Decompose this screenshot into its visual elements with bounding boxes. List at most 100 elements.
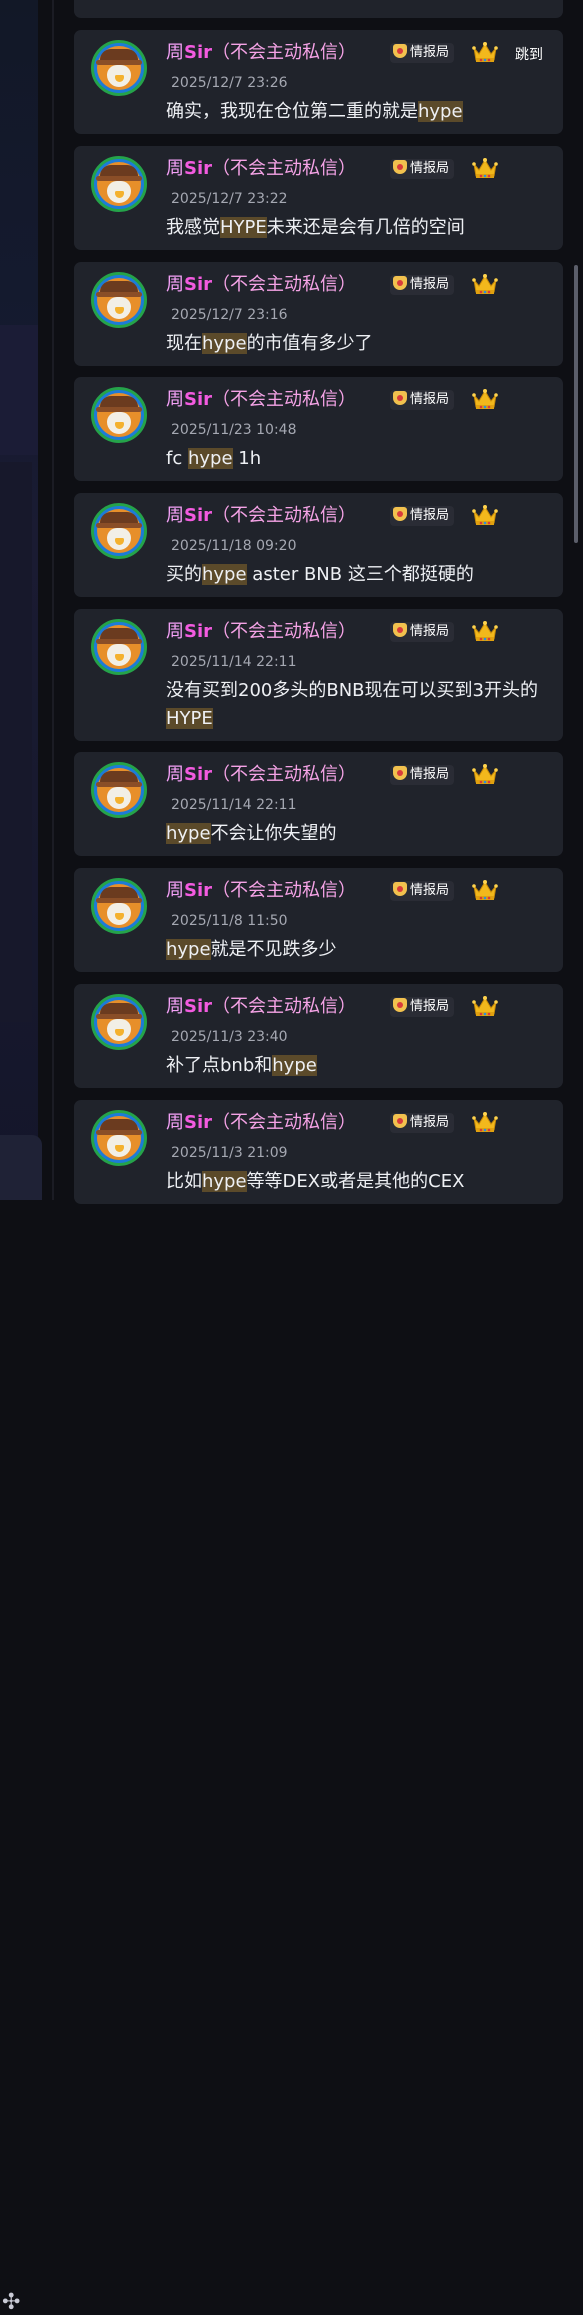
author-name[interactable]: 周Sir（不会主动私信） xyxy=(166,617,356,643)
keyword-highlight: hype xyxy=(202,1171,247,1192)
eagle-cowboy-avatar-icon[interactable] xyxy=(91,40,147,96)
eagle-cowboy-avatar-icon[interactable] xyxy=(91,994,147,1050)
message-card[interactable]: 周Sir（不会主动私信） 情报局 2025/11/18 09:20 买的hype… xyxy=(74,493,563,597)
sidebar-panel-upper xyxy=(0,325,38,455)
keyword-highlight: HYPE xyxy=(220,217,267,238)
eagle-cowboy-avatar-icon[interactable] xyxy=(91,503,147,559)
keyword-highlight: hype xyxy=(202,564,247,585)
message-text-segment: 现在 xyxy=(166,333,202,354)
eagle-cowboy-avatar-icon[interactable] xyxy=(91,387,147,443)
role-badge: 情报局 xyxy=(390,1113,455,1133)
eagle-cowboy-avatar-icon[interactable] xyxy=(91,878,147,934)
keyword-highlight: hype xyxy=(418,101,463,122)
eagle-cowboy-avatar-icon[interactable] xyxy=(91,619,147,675)
crown-icon xyxy=(472,158,498,178)
message-card[interactable]: 周Sir（不会主动私信） 情报局 2025/11/23 10:48 fc hyp… xyxy=(74,377,563,481)
role-badge: 情报局 xyxy=(390,159,455,179)
message-timestamp: 2025/12/7 23:22 xyxy=(171,191,288,207)
crown-icon xyxy=(472,764,498,784)
crown-icon xyxy=(472,389,498,409)
author-name[interactable]: 周Sir（不会主动私信） xyxy=(166,38,356,64)
keyword-highlight: hype xyxy=(272,1055,317,1076)
pane-divider xyxy=(52,0,54,1200)
message-text-segment: 买的 xyxy=(166,564,202,585)
message-card[interactable]: 周Sir（不会主动私信） 情报局 2025/12/7 23:26 确实，我现在仓… xyxy=(74,30,563,134)
message-text-segment: 未来还是会有几倍的空间 xyxy=(266,217,465,238)
keyword-highlight: hype xyxy=(166,939,211,960)
message-text: hype不会让你失望的 xyxy=(166,820,546,848)
message-text: 没有买到200多头的BNB现在可以买到3开头的 HYPE xyxy=(166,677,546,733)
message-card[interactable]: 周Sir（不会主动私信） 情报局 2025/11/3 21:09 比如hype等… xyxy=(74,1100,563,1204)
message-card[interactable]: 周Sir（不会主动私信） 情报局 2025/11/14 22:11 hype不会… xyxy=(74,752,563,856)
shield-badge-icon xyxy=(393,998,407,1012)
message-card[interactable]: 周Sir（不会主动私信） 情报局 2025/11/14 22:11 没有买到20… xyxy=(74,609,563,741)
crown-icon xyxy=(472,274,498,294)
message-timestamp: 2025/11/23 10:48 xyxy=(171,422,297,438)
message-text: 补了点bnb和hype xyxy=(166,1052,546,1080)
sidebar-apps-button[interactable]: ✣ xyxy=(0,1135,42,2314)
author-name[interactable]: 周Sir（不会主动私信） xyxy=(166,501,356,527)
shield-badge-icon xyxy=(393,160,407,174)
message-timestamp: 2025/12/7 23:16 xyxy=(171,307,288,323)
message-text-segment: fc xyxy=(166,448,188,469)
role-badge: 情报局 xyxy=(390,881,455,901)
message-text: hype就是不见跌多少 xyxy=(166,936,546,964)
crown-icon xyxy=(472,996,498,1016)
role-badge: 情报局 xyxy=(390,997,455,1017)
apps-grid-icon: ✣ xyxy=(2,2290,21,2315)
eagle-cowboy-avatar-icon[interactable] xyxy=(91,272,147,328)
message-text-segment: 我感觉 xyxy=(166,217,220,238)
crown-icon xyxy=(472,1112,498,1132)
keyword-highlight: hype xyxy=(187,448,233,469)
message-card-partial[interactable]: fc hype 1h xyxy=(74,0,563,18)
message-text-segment: 比如 xyxy=(166,1171,202,1192)
shield-badge-icon xyxy=(393,1114,407,1128)
shield-badge-icon xyxy=(393,623,407,637)
eagle-cowboy-avatar-icon[interactable] xyxy=(91,1110,147,1166)
message-text-segment: 补了点bnb和 xyxy=(166,1055,273,1076)
left-sidebar: ✣ xyxy=(0,0,42,2314)
eagle-cowboy-avatar-icon[interactable] xyxy=(91,762,147,818)
message-card[interactable]: 周Sir（不会主动私信） 情报局 2025/12/7 23:22 我感觉HYPE… xyxy=(74,146,563,250)
message-timestamp: 2025/11/18 09:20 xyxy=(171,538,297,554)
message-text: fc hype 1h xyxy=(166,0,546,4)
message-text-segment: 不会让你失望的 xyxy=(210,823,337,844)
role-badge: 情报局 xyxy=(390,622,455,642)
author-name[interactable]: 周Sir（不会主动私信） xyxy=(166,385,356,411)
role-badge: 情报局 xyxy=(390,275,455,295)
crown-icon xyxy=(472,621,498,641)
message-text-segment: 的市值有多少了 xyxy=(246,333,373,354)
message-text: fc hype 1h xyxy=(166,445,546,473)
author-name[interactable]: 周Sir（不会主动私信） xyxy=(166,154,356,180)
message-card[interactable]: 周Sir（不会主动私信） 情报局 2025/11/8 11:50 hype就是不… xyxy=(74,868,563,972)
keyword-highlight: hype xyxy=(166,823,211,844)
message-text-segment: 1h xyxy=(232,448,262,469)
message-timestamp: 2025/12/7 23:26 xyxy=(171,75,288,91)
message-text: 现在hype的市值有多少了 xyxy=(166,330,546,358)
message-card[interactable]: 周Sir（不会主动私信） 情报局 2025/12/7 23:16 现在hype的… xyxy=(74,262,563,366)
role-badge: 情报局 xyxy=(390,390,455,410)
message-card[interactable]: 周Sir（不会主动私信） 情报局 2025/11/3 23:40 补了点bnb和… xyxy=(74,984,563,1088)
message-text: 买的hype aster BNB 这三个都挺硬的 xyxy=(166,561,546,589)
shield-badge-icon xyxy=(393,276,407,290)
shield-badge-icon xyxy=(393,507,407,521)
eagle-cowboy-avatar-icon[interactable] xyxy=(91,156,147,212)
author-name[interactable]: 周Sir（不会主动私信） xyxy=(166,760,356,786)
author-name[interactable]: 周Sir（不会主动私信） xyxy=(166,876,356,902)
message-text-segment: 等等DEX或者是其他的CEX xyxy=(246,1171,465,1192)
shield-badge-icon xyxy=(393,766,407,780)
author-name[interactable]: 周Sir（不会主动私信） xyxy=(166,270,356,296)
crown-icon xyxy=(472,42,498,62)
message-text-segment: 就是不见跌多少 xyxy=(210,939,337,960)
message-text-segment: 确实，我现在仓位第二重的就是 xyxy=(166,101,418,122)
message-text: 比如hype等等DEX或者是其他的CEX xyxy=(166,1168,546,1196)
scrollbar-thumb[interactable] xyxy=(574,265,578,543)
author-name[interactable]: 周Sir（不会主动私信） xyxy=(166,992,356,1018)
jump-to-button[interactable]: 跳到 xyxy=(515,44,543,64)
author-name[interactable]: 周Sir（不会主动私信） xyxy=(166,1108,356,1134)
crown-icon xyxy=(472,505,498,525)
role-badge: 情报局 xyxy=(390,43,455,63)
message-text-segment: aster BNB 这三个都挺硬的 xyxy=(246,564,474,585)
shield-badge-icon xyxy=(393,882,407,896)
keyword-highlight: hype xyxy=(202,333,247,354)
